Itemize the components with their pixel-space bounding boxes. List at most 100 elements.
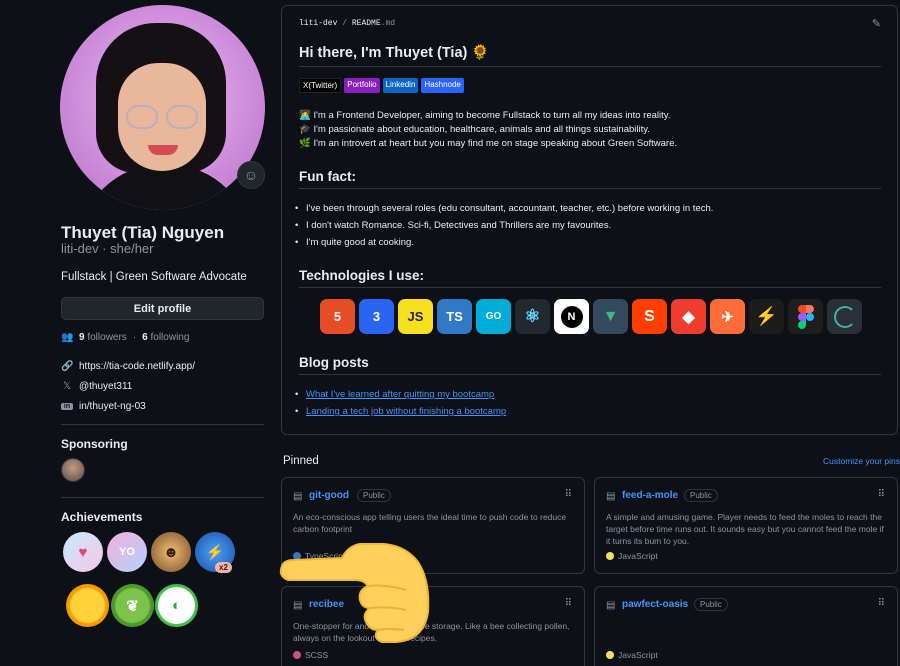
drag-handle-icon[interactable]: ⠿ bbox=[878, 598, 885, 609]
blog-post-link[interactable]: Landing a tech job without finishing a b… bbox=[306, 406, 506, 417]
go-icon: GO bbox=[476, 299, 511, 334]
avatar-body bbox=[80, 165, 250, 210]
pull-shark-badge-icon[interactable]: ☻ bbox=[151, 532, 191, 572]
repo-name-link[interactable]: git-good bbox=[309, 490, 349, 501]
breadcrumb-file: README bbox=[351, 19, 381, 28]
social-shields: X(Twitter) Portfolio Linkedin Hashnode bbox=[299, 78, 464, 93]
avatar-glasses-left bbox=[126, 105, 158, 129]
website-row: 🔗 https://tia-code.netlify.app/ bbox=[61, 361, 195, 372]
linkedin-row: in in/thuyet-ng-03 bbox=[61, 401, 146, 412]
customize-pins-link[interactable]: Customize your pins bbox=[823, 456, 900, 466]
nextjs-icon: N bbox=[554, 299, 589, 334]
sponsored-user-avatar[interactable] bbox=[61, 458, 85, 482]
blog-post-item: Landing a tech job without finishing a b… bbox=[295, 406, 506, 417]
profile-name: Thuyet (Tia) Nguyen bbox=[61, 223, 225, 242]
vue-icon: ▼ bbox=[593, 299, 628, 334]
git-icon: ◆ bbox=[671, 299, 706, 334]
pinned-repo-card: ▤ feed-a-mole Public ⠿ A simple and amus… bbox=[594, 477, 898, 574]
mongodb-badge-icon[interactable]: ◐ bbox=[155, 584, 198, 627]
leaf-badge-icon[interactable]: ❦ bbox=[111, 584, 154, 627]
divider bbox=[61, 424, 264, 425]
blog-heading: Blog posts bbox=[299, 355, 369, 370]
edit-readme-button[interactable]: ✎ bbox=[872, 17, 881, 30]
figma-icon bbox=[788, 299, 823, 334]
linkedin-icon: in bbox=[61, 403, 73, 410]
visibility-badge: Public bbox=[357, 489, 391, 502]
heading-divider bbox=[299, 287, 881, 288]
following-link[interactable]: 6 following bbox=[142, 332, 189, 343]
heading-divider bbox=[299, 374, 881, 375]
twitter-link[interactable]: @thuyet311 bbox=[79, 381, 132, 392]
avatar-glasses-right bbox=[166, 105, 198, 129]
drag-handle-icon[interactable]: ⠿ bbox=[878, 489, 885, 500]
supabase-icon: ⚡ bbox=[749, 299, 784, 334]
tech-icons-row: 5 3 JS TS GO ⚛ N ▼ S ◆ ✈ ⚡ bbox=[320, 299, 862, 334]
repo-description: A simple and amusing game. Player needs … bbox=[606, 512, 884, 546]
linkedin-link[interactable]: in/thuyet-ng-03 bbox=[79, 401, 146, 412]
pinned-title: Pinned bbox=[283, 455, 319, 467]
drag-handle-icon[interactable]: ⠿ bbox=[565, 598, 572, 609]
profile-bio: Fullstack | Green Software Advocate bbox=[61, 271, 247, 283]
drag-handle-icon[interactable]: ⠿ bbox=[565, 489, 572, 500]
javascript-icon: JS bbox=[398, 299, 433, 334]
heading-divider bbox=[299, 66, 881, 67]
loading-spinner-icon bbox=[827, 299, 862, 334]
pointing-hand-icon bbox=[279, 543, 430, 643]
fun-fact-item: I'm quite good at cooking. bbox=[295, 237, 414, 248]
shield-portfolio[interactable]: Portfolio bbox=[344, 78, 380, 93]
svelte-icon: S bbox=[632, 299, 667, 334]
repo-icon: ▤ bbox=[293, 491, 303, 502]
edit-profile-button[interactable]: Edit profile bbox=[61, 297, 264, 320]
readme-card: liti-dev / README.md ✎ Hi there, I'm Thu… bbox=[281, 5, 898, 435]
sponsoring-title: Sponsoring bbox=[61, 437, 128, 451]
language-color-dot bbox=[606, 651, 614, 659]
sun-badge-icon[interactable] bbox=[66, 584, 109, 627]
shield-hashnode[interactable]: Hashnode bbox=[421, 78, 464, 93]
people-icon: 👥 bbox=[61, 332, 74, 343]
intro-line: 🌿 I'm an introvert at heart but you may … bbox=[299, 138, 678, 149]
intro-line: 👩‍💻 I'm a Frontend Developer, aiming to … bbox=[299, 110, 671, 121]
repo-name-link[interactable]: pawfect-oasis bbox=[622, 599, 688, 610]
follow-stats: 👥 9 followers · 6 following bbox=[61, 332, 189, 343]
react-icon: ⚛ bbox=[515, 299, 550, 334]
link-icon: 🔗 bbox=[61, 361, 74, 372]
heart-badge-icon[interactable]: ♥ bbox=[63, 532, 103, 572]
heading-divider bbox=[299, 188, 881, 189]
yolo-badge-icon[interactable]: YO bbox=[107, 532, 147, 572]
pinned-repo-card: ▤ pawfect-oasis Public ⠿ JavaScript bbox=[594, 586, 898, 666]
profile-avatar[interactable] bbox=[60, 5, 265, 210]
shield-linkedin[interactable]: Linkedin bbox=[382, 78, 419, 93]
fun-fact-item: I've been through several roles (edu con… bbox=[295, 203, 713, 214]
technologies-heading: Technologies I use: bbox=[299, 268, 425, 283]
blog-post-link[interactable]: What I've learned after quitting my boot… bbox=[306, 389, 494, 400]
x-icon: 𝕏 bbox=[62, 381, 72, 392]
smiley-icon: ☺ bbox=[243, 167, 259, 183]
fun-fact-heading: Fun fact: bbox=[299, 169, 356, 184]
postman-icon: ✈ bbox=[710, 299, 745, 334]
repo-language: JavaScript bbox=[606, 551, 658, 561]
twitter-row: 𝕏 @thuyet311 bbox=[61, 381, 132, 392]
intro-line: 🎓 I'm passionate about education, health… bbox=[299, 124, 650, 135]
repo-icon: ▤ bbox=[606, 491, 616, 502]
breadcrumb-user[interactable]: liti-dev bbox=[299, 19, 337, 28]
achievement-multiplier-badge: x2 bbox=[215, 562, 232, 573]
profile-login: liti-dev · she/her bbox=[61, 241, 154, 256]
language-color-dot bbox=[606, 552, 614, 560]
html5-icon: 5 bbox=[320, 299, 355, 334]
followers-link[interactable]: 9 followers bbox=[79, 332, 127, 343]
dot-separator: · bbox=[132, 332, 137, 343]
visibility-badge: Public bbox=[684, 489, 718, 502]
repo-name-link[interactable]: feed-a-mole bbox=[622, 490, 678, 501]
set-status-button[interactable]: ☺ bbox=[237, 161, 265, 189]
website-link[interactable]: https://tia-code.netlify.app/ bbox=[79, 361, 195, 372]
pencil-icon: ✎ bbox=[871, 18, 881, 30]
css3-icon: 3 bbox=[359, 299, 394, 334]
visibility-badge: Public bbox=[694, 598, 728, 611]
shield-twitter[interactable]: X(Twitter) bbox=[299, 78, 342, 93]
repo-language: SCSS bbox=[293, 650, 328, 660]
language-color-dot bbox=[293, 651, 301, 659]
readme-title: Hi there, I'm Thuyet (Tia) 🌻 bbox=[299, 45, 490, 61]
fun-fact-item: I don't watch Romance. Sci-fi, Detective… bbox=[295, 220, 611, 231]
profile-sidebar: ☺ Thuyet (Tia) Nguyen liti-dev · she/her… bbox=[0, 0, 278, 666]
breadcrumb: liti-dev / README.md bbox=[299, 19, 396, 28]
